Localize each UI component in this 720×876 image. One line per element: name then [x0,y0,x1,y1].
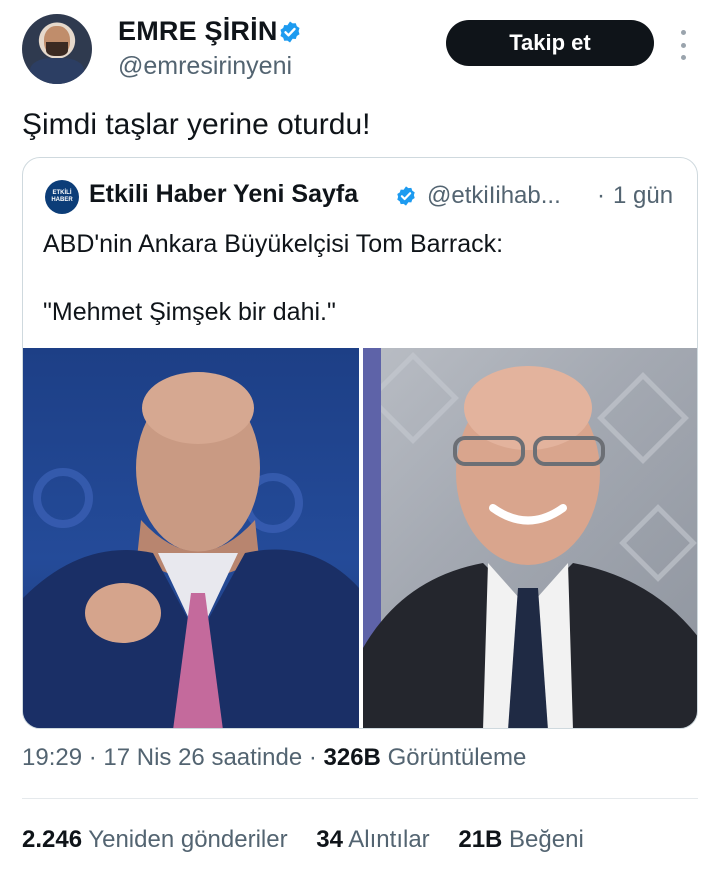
photo-tom-barrack[interactable] [23,348,359,728]
views-count: 326B [323,744,381,771]
quoted-account-logo[interactable]: ETKİLİ HABER [45,180,79,214]
engagement-stats: 2.246 Yeniden gönderiler 34 Alıntılar 21… [22,826,606,854]
stat-label: Yeniden gönderiler [88,826,288,853]
verified-badge-icon [280,21,300,43]
stat-reposts[interactable]: 2.246 Yeniden gönderiler [22,826,288,854]
tweet-text: Şimdi taşlar yerine oturdu! [22,108,371,141]
more-options-icon[interactable] [674,30,692,60]
quoted-media [23,348,697,728]
separator-dot: · [597,182,605,209]
quoted-text-quote: "Mehmet Şimşek bir dahi." [43,298,336,326]
avatar-body [30,58,84,84]
quoted-tweet[interactable]: ETKİLİ HABER Etkili Haber Yeni Sayfa @et… [22,157,698,729]
author-avatar[interactable] [22,14,92,84]
quoted-author-name[interactable]: Etkili Haber Yeni Sayfa [89,180,358,209]
more-dot [680,30,686,35]
tweet-timestamp[interactable]: 19:29 · 17 Nis 26 saatinde · [22,744,317,771]
author-name[interactable]: EMRE ŞİRİN [118,16,278,47]
stat-count: 21B [458,826,503,853]
more-dot [680,42,686,48]
tweet-header: EMRE ŞİRİN @emresirinyeni Takip et [0,0,720,96]
stat-label: Alıntılar [348,826,430,853]
follow-button[interactable]: Takip et [446,20,654,66]
divider [22,798,698,799]
stat-quotes[interactable]: 34 Alıntılar [316,826,429,854]
stat-count: 34 [316,826,343,853]
verified-badge-icon [397,186,415,206]
stat-likes[interactable]: 21B Beğeni [458,826,583,854]
stat-count: 2.246 [22,826,83,853]
views-label: Görüntüleme [387,744,527,771]
photo-left-illustration [23,372,359,728]
quoted-text-line: ABD'nin Ankara Büyükelçisi Tom Barrack: [43,230,504,258]
stat-label: Beğeni [509,826,584,853]
tweet-meta: 19:29 · 17 Nis 26 saatinde · 326B Görünt… [22,744,526,772]
quoted-timestamp[interactable]: 1 gün [613,182,673,210]
more-dot [680,55,686,60]
photo-right-illustration [363,348,697,728]
author-handle[interactable]: @emresirinyeni [118,52,292,81]
quoted-author-handle[interactable]: @etkiIihab... [427,182,561,210]
avatar-beard [46,42,68,56]
photo-mehmet-simsek[interactable] [363,348,697,728]
